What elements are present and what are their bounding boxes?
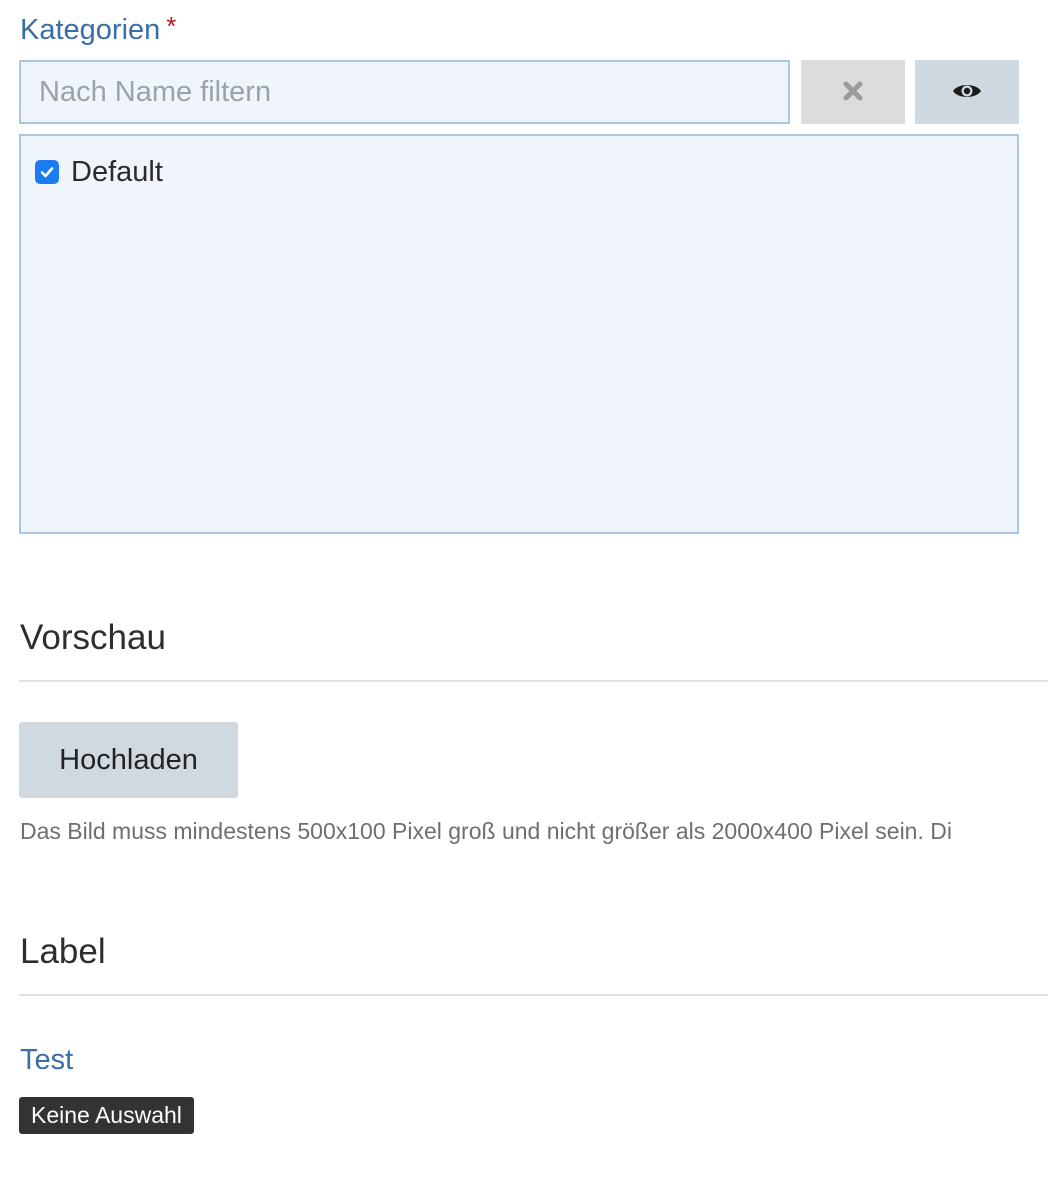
filter-input[interactable]: [19, 60, 790, 124]
divider: [19, 994, 1048, 996]
category-list[interactable]: Default: [19, 134, 1019, 534]
view-button[interactable]: [915, 60, 1019, 124]
page: Kategorien* Default Vor: [0, 0, 1048, 1180]
categories-label-text: Kategorien: [20, 14, 161, 46]
help-text: Das Bild muss mindestens 500x100 Pixel g…: [20, 818, 952, 844]
clear-filter-button[interactable]: [801, 60, 905, 124]
list-item[interactable]: Default: [35, 152, 163, 192]
status-badge: Keine Auswahl: [19, 1097, 194, 1134]
label-section-title: Label: [20, 932, 106, 971]
list-item-label: Default: [71, 156, 163, 188]
divider: [19, 680, 1048, 682]
categories-label: Kategorien *: [20, 10, 176, 50]
required-marker: *: [166, 11, 177, 41]
eye-icon: [951, 80, 983, 105]
preview-title: Vorschau: [20, 618, 166, 657]
close-icon: [842, 80, 864, 105]
upload-button[interactable]: Hochladen: [19, 722, 238, 798]
field-label: Test: [20, 1044, 74, 1076]
checkbox-default[interactable]: [35, 160, 59, 184]
